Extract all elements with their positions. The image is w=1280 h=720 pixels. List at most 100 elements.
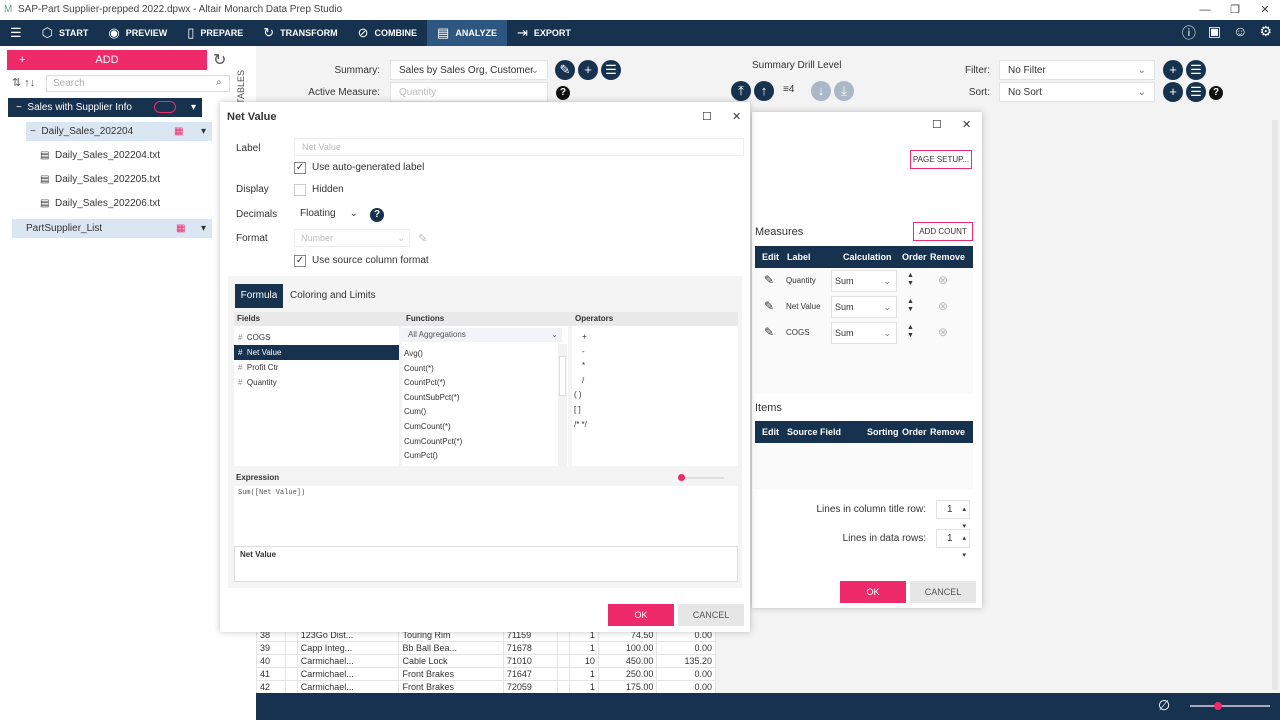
filter-list-button[interactable]: ☰ (1186, 60, 1206, 80)
nav-prepare[interactable]: ▯ PREPARE (177, 20, 253, 46)
hidden-checkbox[interactable] (294, 184, 306, 196)
sort-help-icon[interactable]: ? (1209, 86, 1223, 100)
settings-icon[interactable]: ⚙ (1259, 23, 1272, 43)
cancel-button[interactable]: CANCEL (678, 604, 744, 626)
remove-icon[interactable]: ⊗ (938, 273, 948, 287)
page-setup-button[interactable]: PAGE SETUP... (910, 150, 972, 169)
user-icon[interactable]: ☺ (1233, 23, 1247, 43)
decimals-select[interactable]: Floating ⌄ (294, 204, 362, 223)
tree-item-file[interactable]: ▤ Daily_Sales_202204.txt (40, 146, 160, 165)
tree-item-file[interactable]: ▤ Daily_Sales_202206.txt (40, 194, 160, 213)
nav-start[interactable]: ⬡ START (32, 20, 99, 46)
remove-icon[interactable]: ⊗ (938, 325, 948, 339)
drill-up-button[interactable]: ↑ (754, 81, 774, 101)
operator-item[interactable]: + (574, 330, 587, 344)
add-filter-button[interactable]: + (1163, 60, 1183, 80)
order-arrows[interactable]: ▲ ▼ (907, 324, 914, 340)
field-item[interactable]: # Quantity (234, 375, 399, 390)
summary-select[interactable]: Sales by Sales Org, Customer ⌄ (390, 60, 548, 80)
tree-item-sales-with-supplier[interactable]: − Sales with Supplier Info ▾ (8, 98, 202, 117)
tree-item-daily-sales-202204[interactable]: − Daily_Sales_202204 ▦ ▾ (26, 122, 212, 141)
drill-bottom-button[interactable]: ⤓ (834, 81, 854, 101)
restore-button[interactable]: ❐ (1220, 0, 1250, 20)
summary-ok-button[interactable]: OK (840, 581, 906, 603)
operator-item[interactable]: - (574, 345, 585, 359)
format-select[interactable]: Number ⌄ (294, 229, 410, 247)
edit-icon[interactable]: ✎ (764, 273, 774, 287)
function-item[interactable]: Avg() (402, 347, 423, 361)
calculation-select[interactable]: Sum ⌄ (831, 270, 897, 292)
close-window-button[interactable]: ✕ (1250, 0, 1280, 20)
functions-filter-select[interactable]: All Aggregations ⌄ (402, 328, 562, 342)
function-item[interactable]: Cum() (402, 405, 426, 419)
label-input[interactable]: Net Value (294, 138, 744, 156)
lines-data-stepper[interactable]: 1 ▴ ▾ (936, 529, 970, 559)
operator-item[interactable]: ( ) (574, 388, 582, 402)
calculation-select[interactable]: Sum ⌄ (831, 296, 897, 318)
add-button[interactable]: + ADD (7, 50, 207, 70)
edit-icon[interactable]: ✎ (764, 299, 774, 313)
nav-transform[interactable]: ↻ TRANSFORM (253, 20, 347, 46)
nav-export[interactable]: ⇥ EXPORT (507, 20, 581, 46)
lines-title-stepper[interactable]: 1 ▴ ▾ (936, 500, 970, 530)
sort-icon[interactable]: ⇅ ↑↓ (12, 76, 35, 89)
zoom-slider[interactable] (1190, 702, 1270, 710)
maximize-icon[interactable]: ☐ (702, 110, 712, 123)
tab-formula[interactable]: Formula (235, 284, 283, 308)
summary-list-button[interactable]: ☰ (601, 60, 621, 80)
maximize-icon[interactable]: ☐ (932, 118, 942, 131)
order-arrows[interactable]: ▲ ▼ (907, 272, 914, 288)
minimize-button[interactable]: — (1190, 0, 1220, 20)
expression-editor[interactable]: Sum([Net Value]) (234, 486, 738, 546)
field-item[interactable]: # COGS (234, 330, 399, 345)
drill-down-button[interactable]: ↓ (811, 81, 831, 101)
function-item[interactable]: CumCountPct(*) (402, 435, 462, 449)
save-icon[interactable]: ▣ (1208, 23, 1221, 43)
refresh-icon[interactable]: ↻ (213, 50, 226, 70)
ok-button[interactable]: OK (608, 604, 674, 626)
active-measure-select[interactable]: Quantity (390, 82, 548, 102)
nav-analyze[interactable]: ▤ ANALYZE (427, 20, 508, 46)
filter-select[interactable]: No Filter ⌄ (999, 60, 1155, 80)
function-item[interactable]: CumPct() (402, 449, 438, 463)
operator-item[interactable]: /* */ (574, 418, 587, 432)
tab-coloring-limits[interactable]: Coloring and Limits (290, 284, 376, 308)
add-sort-button[interactable]: + (1163, 82, 1183, 102)
field-item[interactable]: # Net Value (234, 345, 399, 360)
remove-icon[interactable]: ⊗ (938, 299, 948, 313)
scrollbar[interactable] (1272, 120, 1278, 690)
order-arrows[interactable]: ▲ ▼ (907, 298, 914, 314)
info-icon[interactable]: ⓘ (1182, 23, 1196, 43)
auto-label-checkbox[interactable]: ✓ (294, 162, 306, 174)
function-item[interactable]: CountPct(*) (402, 376, 445, 390)
field-item[interactable]: # Profit Ctr (234, 360, 399, 375)
calculation-select[interactable]: Sum ⌄ (831, 322, 897, 344)
summary-cancel-button[interactable]: CANCEL (910, 581, 976, 603)
menu-icon[interactable]: ☰ (0, 20, 32, 46)
nav-combine[interactable]: ⊘ COMBINE (348, 20, 427, 46)
operator-item[interactable]: [ ] (574, 403, 581, 417)
drill-top-button[interactable]: ⤒ (731, 81, 751, 101)
sort-list-button[interactable]: ☰ (1186, 82, 1206, 102)
nav-preview[interactable]: ◉ PREVIEW (98, 20, 177, 46)
edit-format-icon[interactable]: ✎ (418, 232, 427, 245)
close-icon[interactable]: ✕ (962, 118, 971, 131)
operator-item[interactable]: / (574, 374, 584, 388)
tree-item-partsupplier-list[interactable]: PartSupplier_List ▦ ▾ (12, 219, 212, 238)
add-summary-button[interactable]: + (578, 60, 598, 80)
tree-item-file[interactable]: ▤ Daily_Sales_202205.txt (40, 170, 160, 189)
source-format-checkbox[interactable]: ✓ (294, 255, 306, 267)
edit-icon[interactable]: ✎ (764, 325, 774, 339)
sort-select[interactable]: No Sort ⌄ (999, 82, 1155, 102)
function-item[interactable]: Count(*) (402, 362, 434, 376)
tables-tab[interactable]: TABLES (236, 70, 246, 104)
function-item[interactable]: CumCount(*) (402, 420, 451, 434)
add-count-button[interactable]: ADD COUNT (913, 222, 973, 241)
help-icon[interactable]: ? (556, 86, 570, 100)
edit-summary-button[interactable]: ✎ (555, 60, 575, 80)
close-icon[interactable]: ✕ (732, 110, 741, 123)
function-item[interactable]: CountSubPct(*) (402, 391, 460, 405)
functions-scrollbar[interactable] (558, 344, 567, 466)
decimals-help-icon[interactable]: ? (370, 208, 384, 222)
no-filter-icon[interactable]: ∅ (1158, 697, 1170, 714)
